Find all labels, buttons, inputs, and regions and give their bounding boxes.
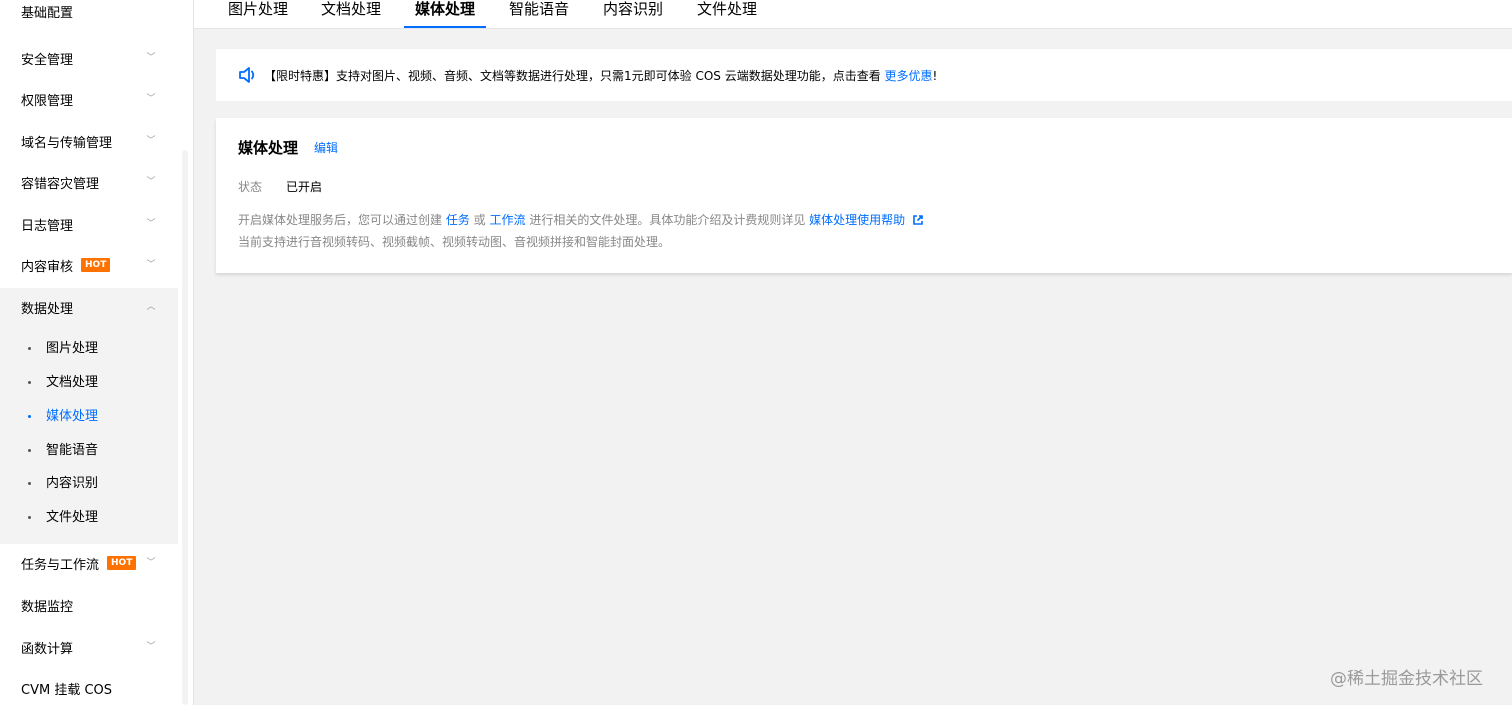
desc-text: 开启媒体处理服务后，您可以通过创建 [238,213,446,227]
sidebar-item-label: 数据监控 [21,599,74,615]
active-tab-indicator [404,26,487,28]
sidebar: 基础配置 安全管理 ﹀ 权限管理 ﹀ 域名与传输管理 ﹀ 容错容灾管理 ﹀ 日志… [0,0,194,705]
desc-text: 进行相关的文件处理。具体功能介绍及计费规则详见 [525,213,810,227]
tab-smart-voice[interactable]: 智能语音 [509,0,569,28]
sidebar-scrollbar[interactable] [182,150,188,705]
sidebar-item-label: 容错容灾管理 [21,176,100,192]
sidebar-item-label: CVM 挂载 COS [21,682,113,698]
sidebar-subitem-label: 图片处理 [46,340,99,356]
sidebar-item-label: 数据处理 [21,301,74,317]
sidebar-subitem-label: 文件处理 [46,509,99,525]
sidebar-item-label: 基础配置 [21,5,74,21]
tab-label: 智能语音 [509,0,570,18]
speaker-icon [239,67,255,83]
sidebar-subitem-content-recognition[interactable]: 内容识别 [0,464,178,498]
sidebar-item-label: 安全管理 [21,52,74,68]
sidebar-item-label: 域名与传输管理 [21,135,113,151]
sidebar-item-label: 日志管理 [21,218,74,234]
sidebar-item-permission[interactable]: 权限管理 ﹀ [0,79,178,119]
sidebar-item-security[interactable]: 安全管理 ﹀ [0,38,178,78]
sidebar-item-function-compute[interactable]: 函数计算 ﹀ [0,627,178,667]
sidebar-item-cvm-mount[interactable]: CVM 挂载 COS [0,668,178,705]
sidebar-item-data-monitor[interactable]: 数据监控 [0,585,178,625]
bullet-icon [28,415,31,418]
external-link-icon[interactable] [912,214,924,226]
sidebar-subitem-label: 智能语音 [46,442,99,458]
sidebar-item-label: 任务与工作流 [21,557,100,573]
workflow-link[interactable]: 工作流 [489,213,525,227]
bullet-icon [28,347,31,350]
tab-content-recognition[interactable]: 内容识别 [603,0,663,28]
chevron-down-icon: ﹀ [146,219,156,229]
chevron-down-icon: ﹀ [146,177,156,187]
sidebar-subitem-voice[interactable]: 智能语音 [0,431,178,465]
chevron-up-icon: ︿ [146,302,156,312]
sidebar-subitem-media[interactable]: 媒体处理 [0,397,178,431]
hot-badge: HOT [107,556,137,570]
sidebar-item-label: 函数计算 [21,641,74,657]
bullet-icon [28,381,31,384]
chevron-down-icon: ﹀ [146,53,156,63]
sidebar-item-data-processing[interactable]: 数据处理 ︿ [0,287,178,327]
sidebar-item-label: 权限管理 [21,93,74,109]
more-offers-link[interactable]: 更多优惠 [885,69,933,83]
sidebar-item-content-review[interactable]: 内容审核 HOT ﹀ [0,245,178,285]
chevron-down-icon: ﹀ [146,642,156,652]
chevron-down-icon: ﹀ [146,260,156,270]
tab-label: 文件处理 [697,0,758,18]
bullet-icon [28,516,31,519]
hot-badge: HOT [81,258,111,272]
tab-label: 文档处理 [321,0,382,18]
chevron-down-icon: ﹀ [146,94,156,104]
tab-label: 媒体处理 [415,0,476,18]
sidebar-subitem-image[interactable]: 图片处理 [0,329,178,363]
tab-media-processing[interactable]: 媒体处理 [404,0,487,28]
bullet-icon [28,482,31,485]
status-value: 已开启 [286,180,323,194]
notice-tail: ! [932,69,938,83]
media-help-link[interactable]: 媒体处理使用帮助 [809,213,905,227]
sidebar-item-task-workflow[interactable]: 任务与工作流 HOT ﹀ [0,543,178,583]
status-label: 状态 [238,180,263,194]
notice-text: 【限时特惠】支持对图片、视频、音频、文档等数据进行处理，只需1元即可体验 COS… [264,69,885,83]
sidebar-subitem-document[interactable]: 文档处理 [0,363,178,397]
desc-text: 或 [469,213,490,227]
chevron-down-icon: ﹀ [146,136,156,146]
task-link[interactable]: 任务 [446,213,470,227]
description-line-1: 开启媒体处理服务后，您可以通过创建 任务 或 工作流 进行相关的文件处理。具体功… [238,211,924,228]
tab-document-processing[interactable]: 文档处理 [321,0,381,28]
tab-label: 内容识别 [603,0,664,18]
sidebar-item-label: 内容审核 [21,259,74,275]
edit-link[interactable]: 编辑 [314,139,338,156]
sidebar-subitem-label: 文档处理 [46,374,99,390]
sidebar-item-log[interactable]: 日志管理 ﹀ [0,204,178,244]
sidebar-subitem-label: 内容识别 [46,475,99,491]
sidebar-item-basic-config[interactable]: 基础配置 [0,0,178,31]
tab-file-processing[interactable]: 文件处理 [697,0,757,28]
sidebar-item-domain-transfer[interactable]: 域名与传输管理 ﹀ [0,121,178,161]
sidebar-item-fault-tolerance[interactable]: 容错容灾管理 ﹀ [0,162,178,202]
sidebar-subitem-file[interactable]: 文件处理 [0,498,178,532]
sidebar-subitem-label: 媒体处理 [46,408,99,424]
description-line-2: 当前支持进行音视频转码、视频截帧、视频转动图、音视频拼接和智能封面处理。 [238,235,671,249]
tab-bar: 图片处理 文档处理 媒体处理 智能语音 内容识别 文件处理 [194,0,1512,29]
watermark: @稀土掘金技术社区 [1330,669,1483,689]
bullet-icon [28,449,31,452]
tab-label: 图片处理 [228,0,289,18]
media-processing-card: 媒体处理 编辑 状态 已开启 开启媒体处理服务后，您可以通过创建 任务 或 工作… [216,118,1512,273]
card-title: 媒体处理 [238,139,299,157]
promo-notice: 【限时特惠】支持对图片、视频、音频、文档等数据进行处理，只需1元即可体验 COS… [216,49,1512,101]
chevron-down-icon: ﹀ [146,558,156,568]
tab-image-processing[interactable]: 图片处理 [228,0,288,28]
notice-text-wrap: 【限时特惠】支持对图片、视频、音频、文档等数据进行处理，只需1元即可体验 COS… [264,67,937,84]
